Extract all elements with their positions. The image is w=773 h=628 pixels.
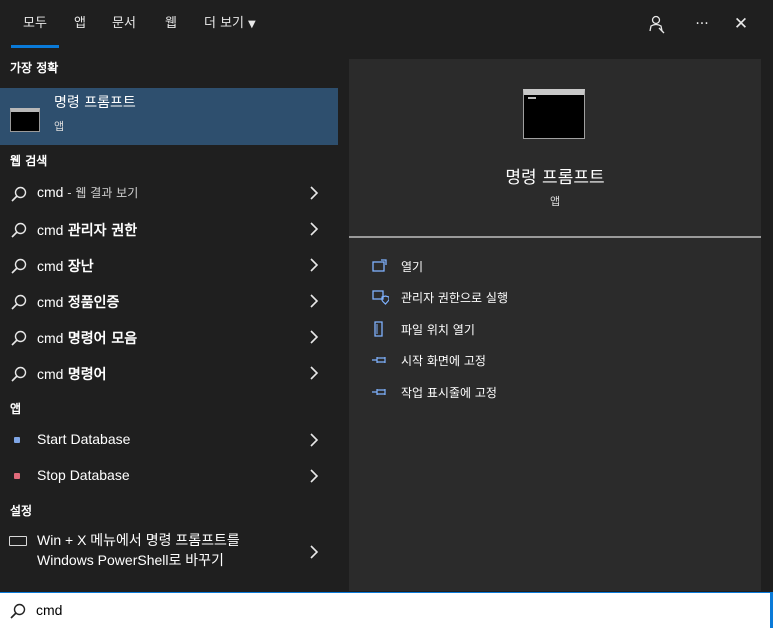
tab-apps[interactable]: 앱 [74, 0, 86, 48]
search-icon [11, 294, 27, 310]
chevron-right-icon [310, 258, 319, 272]
best-match-item[interactable]: 명령 프롬프트 앱 [0, 88, 338, 145]
query-text: cmd [37, 222, 64, 238]
web-result-item[interactable]: cmd 명령어 [0, 356, 338, 391]
search-icon [11, 366, 27, 382]
action-open-file-location[interactable]: 파일 위치 열기 [371, 318, 751, 342]
web-result-item[interactable]: cmd 장난 [0, 248, 338, 283]
query-suffix: 웹 결과 보기 [75, 186, 139, 200]
feedback-icon[interactable] [645, 12, 669, 36]
web-result-item[interactable]: cmd 명령어 모음 [0, 320, 338, 355]
chevron-right-icon [310, 469, 319, 483]
query-text: cmd [37, 258, 64, 274]
action-label: 열기 [401, 260, 424, 274]
web-result-label: cmd 장난 [37, 256, 94, 276]
command-prompt-icon [523, 89, 585, 139]
query-suffix: 명령어 [67, 367, 107, 383]
query-suffix: 관리자 권한 [67, 223, 138, 239]
action-label: 관리자 권한으로 실행 [401, 291, 508, 305]
preview-subtitle: 앱 [549, 195, 561, 208]
search-icon [10, 603, 26, 619]
action-run-as-admin[interactable]: 관리자 권한으로 실행 [371, 286, 751, 310]
database-icon [14, 473, 20, 479]
chevron-right-icon [310, 186, 319, 200]
search-icon [11, 186, 27, 202]
action-pin-to-taskbar[interactable]: 작업 표시줄에 고정 [371, 381, 751, 405]
chevron-down-icon: ▼ [248, 19, 256, 30]
section-settings: 설정 [10, 504, 33, 518]
chevron-right-icon [310, 294, 319, 308]
chevron-right-icon [310, 433, 319, 447]
query-suffix: 정품인증 [67, 295, 120, 311]
tab-web[interactable]: 웹 [165, 0, 177, 48]
tab-documents[interactable]: 문서 [112, 0, 136, 48]
web-result-label: cmd - 웹 결과 보기 [37, 184, 138, 201]
action-label: 시작 화면에 고정 [401, 354, 486, 368]
more-icon[interactable]: ··· [690, 12, 714, 36]
action-label: 작업 표시줄에 고정 [401, 386, 497, 400]
section-web-search: 웹 검색 [10, 154, 48, 168]
results-panel: 가장 정확 명령 프롬프트 앱 웹 검색 cmd - 웹 결과 보기 cmd 관… [0, 48, 338, 592]
query-text: cmd [37, 294, 64, 310]
query-text: cmd [37, 330, 64, 346]
search-input[interactable] [36, 597, 736, 623]
open-icon [372, 259, 387, 272]
pin-icon [372, 357, 386, 363]
chevron-right-icon [310, 366, 319, 380]
search-tab-bar: 모두 앱 문서 웹 더 보기 ▼ ··· ✕ [0, 0, 773, 48]
section-best-match: 가장 정확 [10, 61, 59, 75]
tab-all[interactable]: 모두 [11, 0, 59, 48]
web-result-label: cmd 명령어 모음 [37, 328, 137, 348]
app-item-start-database[interactable]: Start Database [0, 423, 338, 458]
search-icon [11, 222, 27, 238]
divider [349, 236, 761, 238]
search-box [0, 592, 773, 628]
pin-icon [372, 389, 386, 395]
search-icon [11, 330, 27, 346]
action-open[interactable]: 열기 [371, 255, 751, 279]
search-icon [11, 258, 27, 274]
database-icon [14, 437, 20, 443]
query-suffix: 명령어 모음 [67, 331, 138, 347]
chevron-right-icon [310, 330, 319, 344]
web-result-label: cmd 명령어 [37, 364, 107, 384]
best-match-title: 명령 프롬프트 [54, 95, 136, 111]
query-text: cmd [37, 184, 64, 200]
query-suffix: 장난 [67, 259, 94, 275]
setting-item-powershell[interactable]: Win + X 메뉴에서 명령 프롬프트를 Windows PowerShell… [0, 528, 338, 588]
app-item-stop-database[interactable]: Stop Database [0, 459, 338, 494]
setting-label-line1: Win + X 메뉴에서 명령 프롬프트를 [37, 532, 240, 548]
action-label: 파일 위치 열기 [401, 323, 475, 337]
preview-panel: 명령 프롬프트 앱 열기 관리자 권한으로 실행 파일 위치 열기 시작 화면에… [349, 59, 761, 591]
query-text: cmd [37, 366, 64, 382]
section-apps: 앱 [10, 402, 22, 416]
preview-title: 명령 프롬프트 [505, 168, 605, 188]
chevron-right-icon [310, 545, 319, 559]
web-result-label: cmd 관리자 권한 [37, 220, 137, 240]
command-prompt-icon [10, 108, 40, 132]
web-result-item[interactable]: cmd - 웹 결과 보기 [0, 176, 338, 211]
chevron-right-icon [310, 222, 319, 236]
web-result-item[interactable]: cmd 관리자 권한 [0, 212, 338, 247]
setting-label-line2: Windows PowerShell로 바꾸기 [37, 552, 224, 568]
close-icon[interactable]: ✕ [729, 12, 753, 36]
tab-more-label: 더 보기 [204, 16, 245, 31]
separator: - [63, 186, 76, 200]
web-result-item[interactable]: cmd 정품인증 [0, 284, 338, 319]
action-pin-to-start[interactable]: 시작 화면에 고정 [371, 349, 751, 373]
file-location-icon [374, 321, 383, 337]
best-match-subtitle: 앱 [54, 120, 65, 133]
app-label: Stop Database [37, 467, 130, 483]
app-label: Start Database [37, 431, 131, 447]
keyboard-icon [9, 536, 27, 546]
web-result-label: cmd 정품인증 [37, 292, 119, 312]
shield-icon [372, 290, 389, 305]
tab-more[interactable]: 더 보기 ▼ [204, 0, 256, 48]
